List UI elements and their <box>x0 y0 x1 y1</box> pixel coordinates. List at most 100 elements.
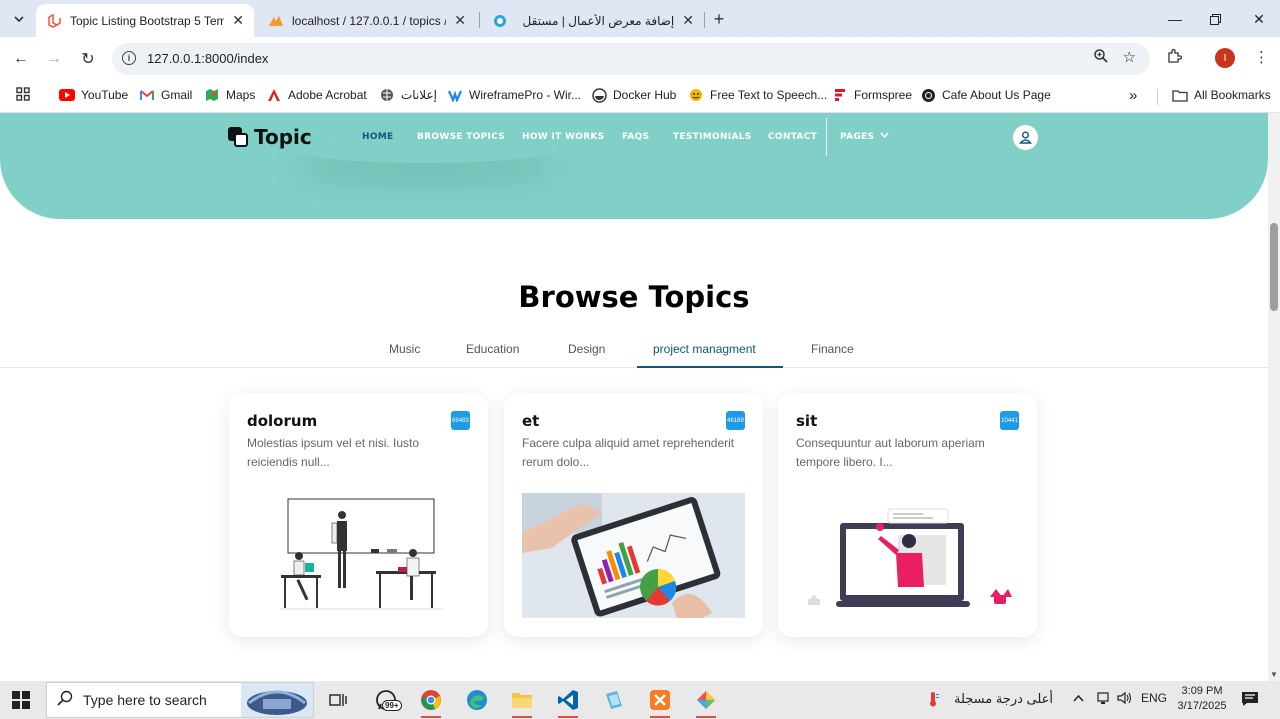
nav-home[interactable]: HOME <box>362 132 394 142</box>
maps-icon <box>204 87 220 103</box>
reload-button[interactable]: ↻ <box>75 46 101 72</box>
tabs-baseline <box>0 367 1268 368</box>
browser-tab-2[interactable]: localhost / 127.0.0.1 / topics / t ✕ <box>258 4 476 37</box>
tab-title: localhost / 127.0.0.1 / topics / t <box>292 13 447 28</box>
site-logo[interactable]: Topic <box>228 125 312 149</box>
bookmark-gmail[interactable]: Gmail <box>139 87 192 103</box>
bookmark-star-icon[interactable]: ☆ <box>1123 48 1136 66</box>
mostaql-icon <box>492 13 508 29</box>
nav-pages-label: PAGES <box>840 132 875 142</box>
scrollbar-thumb[interactable] <box>1270 223 1278 311</box>
taskbar-edge[interactable] <box>463 686 491 714</box>
bookmark-label: All Bookmarks <box>1194 88 1271 102</box>
input-language[interactable]: ENG <box>1141 691 1167 705</box>
plus-icon: + <box>713 8 725 29</box>
topic-card[interactable]: et 46169 Facere culpa aliquid amet repre… <box>504 393 763 637</box>
extensions-icon[interactable] <box>1166 48 1183 68</box>
all-bookmarks-button[interactable]: All Bookmarks <box>1172 87 1271 103</box>
taskbar-vscode[interactable] <box>554 686 582 718</box>
forward-button[interactable]: → <box>41 46 67 72</box>
active-tab-indicator <box>637 366 783 368</box>
bookmark-formspree[interactable]: Formspree <box>832 87 912 103</box>
nav-testimonials[interactable]: TESTIMONIALS <box>673 132 752 142</box>
nav-browse-topics[interactable]: BROWSE TOPICS <box>417 132 505 142</box>
page-scrollbar[interactable]: ▼ <box>1268 113 1280 681</box>
minimize-icon: — <box>1168 11 1182 27</box>
cafe-icon <box>920 87 936 103</box>
active-app-indicator <box>696 716 716 718</box>
tab-music[interactable]: Music <box>389 342 420 356</box>
address-bar[interactable]: i 127.0.0.1:8000/index ☆ <box>112 43 1150 75</box>
new-tab-button[interactable]: + <box>708 8 730 30</box>
close-icon[interactable]: ✕ <box>232 12 244 29</box>
start-button[interactable] <box>12 691 30 709</box>
nav-how-it-works[interactable]: HOW IT WORKS <box>522 132 604 142</box>
card-badge: 89483 <box>451 411 470 430</box>
back-button[interactable]: ← <box>8 46 34 72</box>
system-clock[interactable]: 3:09 PM 3/17/2025 <box>1172 684 1232 714</box>
browser-tab-1[interactable]: Topic Listing Bootstrap 5 Templ ✕ <box>36 4 254 37</box>
bookmark-ads[interactable]: إعلانات <box>379 87 437 103</box>
tab-project-managment[interactable]: project managment <box>653 342 756 356</box>
active-app-indicator <box>512 716 532 718</box>
nav-contact[interactable]: CONTACT <box>768 132 817 142</box>
apps-button[interactable] <box>16 87 30 101</box>
arrow-right-icon: → <box>46 50 62 67</box>
tab-search-button[interactable] <box>8 8 30 30</box>
task-view-button[interactable] <box>324 686 352 714</box>
show-hidden-icons[interactable] <box>1073 691 1084 705</box>
bookmark-youtube[interactable]: YouTube <box>59 87 128 103</box>
profile-avatar[interactable]: I <box>1215 48 1235 68</box>
tab-education[interactable]: Education <box>466 342 519 356</box>
taskbar-figma-app[interactable] <box>692 686 720 718</box>
volume-icon[interactable] <box>1117 691 1132 708</box>
bookmark-tts[interactable]: Free Text to Speech... <box>688 87 827 103</box>
taskbar-file-explorer[interactable] <box>508 686 536 718</box>
browser-toolbar: ← → ↻ i 127.0.0.1:8000/index ☆ I ⋮ <box>0 37 1280 80</box>
tab-finance[interactable]: Finance <box>811 342 854 356</box>
bookmark-label: Docker Hub <box>613 88 677 102</box>
taskbar-whatsapp[interactable]: 99+ <box>372 686 402 714</box>
apps-grid-icon <box>16 87 30 101</box>
windows-taskbar: Type here to search 99+ أعلى درجة مسجلة … <box>0 681 1280 719</box>
taskbar-xampp[interactable] <box>646 686 674 718</box>
windows-logo-icon <box>12 691 30 709</box>
more-menu-icon[interactable]: ⋮ <box>1254 48 1269 66</box>
restore-button[interactable] <box>1192 6 1238 32</box>
close-icon[interactable]: ✕ <box>454 12 466 29</box>
bookmark-maps[interactable]: Maps <box>204 87 255 103</box>
notification-center[interactable] <box>1241 691 1259 710</box>
chevron-down-icon <box>14 16 24 23</box>
close-icon[interactable]: ✕ <box>682 12 694 29</box>
browser-tab-3[interactable]: إضافة معرض الأعمال | مستقل ✕ <box>482 4 704 37</box>
zoom-icon[interactable] <box>1094 49 1108 66</box>
bookmark-wireframepro[interactable]: WireframePro - Wir... <box>447 87 581 103</box>
youtube-icon <box>59 87 75 103</box>
weather-text[interactable]: أعلى درجة مسجلة <box>954 691 1053 707</box>
taskbar-notes-app[interactable] <box>600 686 628 714</box>
site-info-icon[interactable]: i <box>122 51 136 65</box>
topic-card[interactable]: dolorum 89483 Molestias ipsum vel et nis… <box>229 393 488 637</box>
hero-header <box>0 113 1268 219</box>
scroll-down-icon[interactable]: ▼ <box>1270 670 1278 679</box>
bookmark-docker[interactable]: Docker Hub <box>591 87 676 103</box>
close-window-button[interactable]: ✕ <box>1236 6 1280 32</box>
topic-card[interactable]: sit 10441 Consequuntur aut laborum aperi… <box>778 393 1037 637</box>
tab-design[interactable]: Design <box>568 342 605 356</box>
more-bookmarks-button[interactable]: » <box>1129 87 1137 104</box>
bookmark-label: Free Text to Speech... <box>710 88 828 102</box>
network-icon[interactable] <box>1096 691 1110 708</box>
arrow-left-icon: ← <box>13 50 29 67</box>
taskbar-search[interactable]: Type here to search <box>46 682 314 718</box>
brand-name: Topic <box>254 125 312 149</box>
card-badge: 10441 <box>1000 411 1019 430</box>
bookmark-acrobat[interactable]: Adobe Acrobat <box>266 87 367 103</box>
nav-pages-dropdown[interactable]: PAGES <box>840 132 889 142</box>
weather-widget[interactable] <box>927 691 939 707</box>
bookmark-cafe[interactable]: Cafe About Us Page <box>920 87 1051 103</box>
bookmark-label: Gmail <box>161 88 193 102</box>
user-account-button[interactable] <box>1013 125 1038 150</box>
taskbar-chrome[interactable] <box>417 686 445 718</box>
nav-faqs[interactable]: FAQS <box>622 132 649 142</box>
card-title: sit <box>796 412 818 430</box>
